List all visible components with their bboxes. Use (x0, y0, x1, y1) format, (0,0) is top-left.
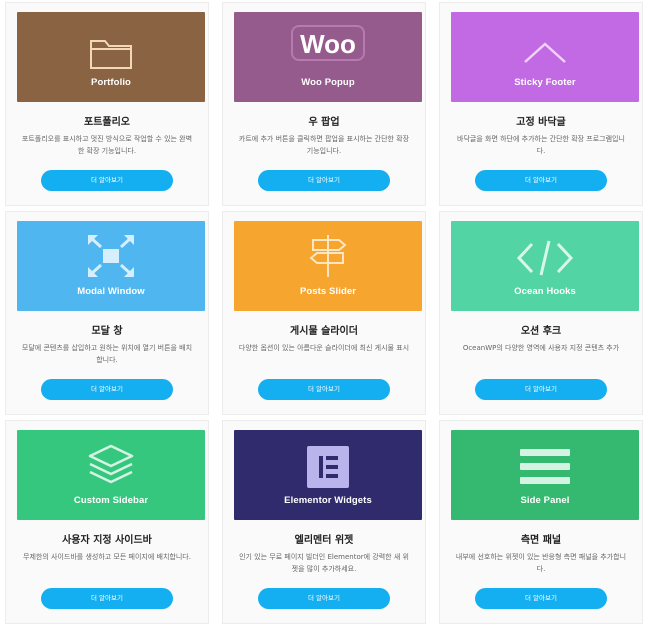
expand-arrows-icon (88, 235, 134, 277)
card-title: 사용자 지정 사이드바 (62, 535, 152, 546)
card-title: 측면 패널 (520, 535, 562, 546)
learn-more-button[interactable]: 더 알아보기 (258, 170, 390, 191)
card-description: 다양한 옵션이 있는 아름다운 슬라이더에 최신 게시물 표시 (238, 344, 410, 352)
banner-label: Posts Slider (299, 286, 357, 297)
elementor-logo-icon (307, 446, 349, 488)
card-title: 게시물 슬라이더 (290, 326, 358, 337)
learn-more-button[interactable]: 더 알아보기 (475, 170, 607, 191)
card-banner[interactable]: Ocean Hooks (451, 221, 639, 311)
card-description: 인기 있는 무료 페이지 빌더인 Elementor에 강력한 새 위젯을 많이… (239, 553, 409, 573)
banner-label: Portfolio (91, 77, 131, 88)
code-icon (516, 240, 574, 276)
card-banner[interactable]: Portfolio (17, 12, 205, 102)
extension-card-posts-slider: Posts Slider 게시물 슬라이더 다양한 옵션이 있는 아름다운 슬라… (222, 211, 426, 415)
extension-card-ocean-hooks: Ocean Hooks 오션 후크 OceanWP의 다양한 영역에 사용자 지… (439, 211, 643, 415)
extension-card-side-panel: Side Panel 측면 패널 내부에 선호하는 위젯이 있는 반응형 측면 … (439, 420, 643, 624)
card-description: 내부에 선호하는 위젯이 있는 반응형 측면 패널을 추가합니다. (455, 553, 627, 573)
card-banner[interactable]: Sticky Footer (451, 12, 639, 102)
learn-more-button[interactable]: 더 알아보기 (41, 170, 173, 191)
learn-more-button[interactable]: 더 알아보기 (41, 588, 173, 609)
card-title: 오션 후크 (520, 326, 562, 337)
banner-label: Side Panel (520, 495, 570, 506)
banner-label: Ocean Hooks (514, 286, 576, 297)
card-title: 엘리멘터 위젯 (294, 535, 354, 546)
card-description: 바닥글을 화면 하단에 추가하는 간단한 확장 프로그램입니다. (457, 135, 625, 155)
extension-card-modal-window: Modal Window 모달 창 모달에 콘텐츠를 삽입하고 원하는 위치에 … (5, 211, 209, 415)
card-description: 포트폴리오를 표시하고 멋진 방식으로 작업할 수 있는 완벽한 확장 기능입니… (21, 135, 193, 155)
banner-label: Custom Sidebar (73, 495, 149, 506)
card-description: 모달에 콘텐츠를 삽입하고 원하는 위치에 열기 버튼을 배치합니다. (21, 344, 193, 364)
learn-more-button[interactable]: 더 알아보기 (475, 379, 607, 400)
card-banner[interactable]: Modal Window (17, 221, 205, 311)
extensions-grid: Portfolio 포트폴리오 포트폴리오를 표시하고 멋진 방식으로 작업할 … (0, 0, 650, 624)
extension-card-portfolio: Portfolio 포트폴리오 포트폴리오를 표시하고 멋진 방식으로 작업할 … (5, 2, 209, 206)
card-title: 모달 창 (91, 326, 123, 337)
extension-card-elementor-widgets: Elementor Widgets 엘리멘터 위젯 인기 있는 무료 페이지 빌… (222, 420, 426, 624)
layers-icon (88, 444, 134, 484)
card-description: 카트에 추가 버튼을 클릭하면 팝업을 표시하는 간단한 확장 기능입니다. (238, 135, 410, 155)
card-title: 우 팝업 (308, 117, 340, 128)
learn-more-button[interactable]: 더 알아보기 (475, 588, 607, 609)
folder-icon (90, 40, 132, 69)
card-banner[interactable]: Woo Woo Popup (234, 12, 422, 102)
card-description: 무제한의 사이드바를 생성하고 모든 페이지에 배치합니다. (23, 553, 191, 561)
card-banner[interactable]: Elementor Widgets (234, 430, 422, 520)
woo-logo-icon: Woo (291, 25, 365, 61)
extension-card-sticky-footer: Sticky Footer 고정 바닥글 바닥글을 화면 하단에 추가하는 간단… (439, 2, 643, 206)
card-description: OceanWP의 다양한 영역에 사용자 지정 콘텐츠 추가 (462, 344, 620, 352)
card-title: 고정 바닥글 (516, 117, 566, 128)
learn-more-button[interactable]: 더 알아보기 (258, 588, 390, 609)
menu-lines-icon (520, 449, 570, 484)
extension-card-custom-sidebar: Custom Sidebar 사용자 지정 사이드바 무제한의 사이드바를 생성… (5, 420, 209, 624)
card-banner[interactable]: Posts Slider (234, 221, 422, 311)
chevron-up-icon (524, 42, 566, 63)
card-title: 포트폴리오 (84, 117, 130, 128)
banner-label: Woo Popup (301, 77, 355, 88)
svg-text:Woo: Woo (300, 29, 356, 59)
banner-label: Modal Window (77, 286, 145, 297)
card-banner[interactable]: Side Panel (451, 430, 639, 520)
banner-label: Sticky Footer (514, 77, 576, 88)
learn-more-button[interactable]: 더 알아보기 (258, 379, 390, 400)
extension-card-woo-popup: Woo Woo Popup 우 팝업 카트에 추가 버튼을 클릭하면 팝업을 표… (222, 2, 426, 206)
card-banner[interactable]: Custom Sidebar (17, 430, 205, 520)
signpost-icon (309, 235, 347, 277)
learn-more-button[interactable]: 더 알아보기 (41, 379, 173, 400)
banner-label: Elementor Widgets (284, 495, 372, 506)
